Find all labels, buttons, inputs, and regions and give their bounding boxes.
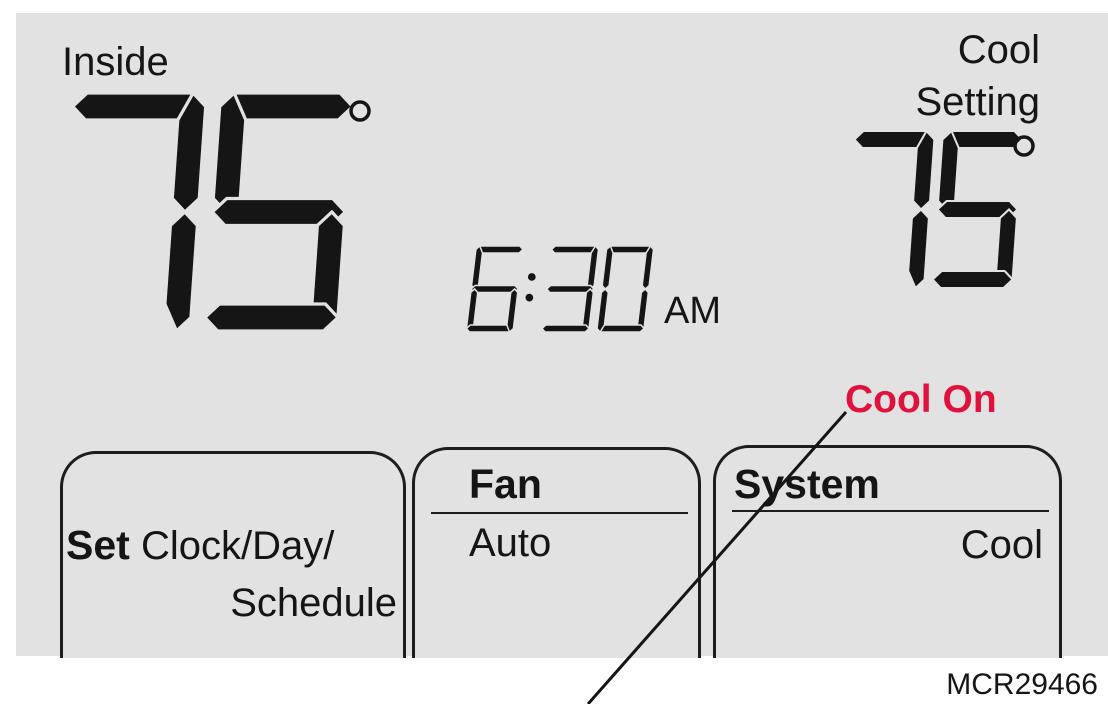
clock-digit-0-segment-a — [474, 245, 524, 254]
clock-digit-0-segment-d — [465, 324, 515, 333]
fan-key-divider — [431, 512, 688, 514]
clock-digit-2-segment-d — [540, 324, 591, 333]
set-key-text: Clock/Day/ — [140, 524, 335, 568]
figure-code: MCR29466 — [946, 668, 1098, 701]
set-clock-day-schedule-button[interactable]: Set Clock/Day/ Schedule — [60, 451, 406, 658]
clock-meridiem: AM — [664, 290, 721, 332]
cool-on-status: Cool On — [845, 378, 997, 421]
clock-colon-dot — [525, 293, 534, 302]
fan-key-title: Fan — [469, 461, 542, 507]
clock-digit-3-segment-f — [601, 244, 614, 291]
fan-key-value: Auto — [469, 521, 552, 565]
set-key-line2: Schedule — [230, 581, 397, 625]
clock-digits — [465, 244, 655, 334]
system-key-title: System — [734, 461, 880, 507]
system-button[interactable]: System Cool — [713, 445, 1062, 658]
set-key-bold: Set — [66, 522, 130, 568]
clock-colon-dot — [527, 273, 536, 281]
fan-button[interactable]: Fan Auto — [412, 447, 701, 658]
clock-digit-0-segment-c — [506, 287, 519, 334]
system-key-divider — [732, 510, 1049, 512]
set-key-line1: Set Clock/Day/ — [66, 522, 335, 568]
clock-digit-0-segment-f — [470, 244, 484, 291]
system-key-value: Cool — [960, 523, 1043, 567]
